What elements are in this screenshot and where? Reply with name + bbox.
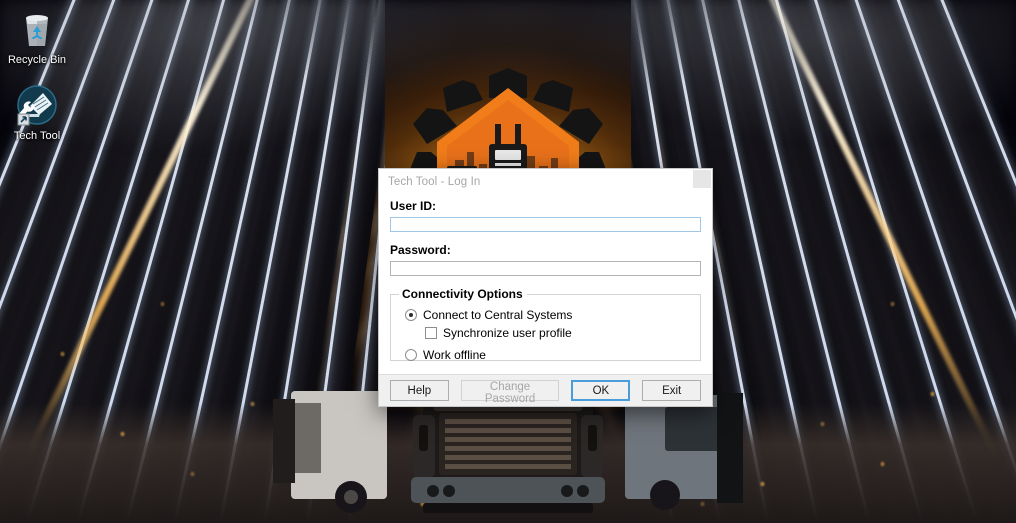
option-work-offline[interactable]: Work offline — [405, 348, 692, 362]
radio-connect-central-systems[interactable] — [405, 309, 417, 321]
option-label: Work offline — [423, 348, 486, 362]
dialog-body: User ID: Password: Connectivity Options … — [379, 195, 712, 374]
desktop-icon-recycle-bin[interactable]: Recycle Bin — [0, 6, 74, 67]
wallpaper-spark — [930, 390, 935, 398]
desktop[interactable]: Recycle Bin Tech Tool Tech Tool - Log In — [0, 0, 1016, 523]
dialog-title: Tech Tool - Log In — [388, 176, 480, 188]
wallpaper-spark — [190, 470, 195, 478]
password-input[interactable] — [390, 261, 701, 276]
help-button[interactable]: Help — [390, 380, 449, 401]
recycle-bin-icon — [0, 6, 74, 52]
close-icon[interactable] — [693, 170, 711, 188]
desktop-icon-label: Tech Tool — [0, 128, 74, 143]
wallpaper-spark — [760, 480, 765, 488]
option-label: Synchronize user profile — [443, 326, 572, 340]
option-synchronize-user-profile[interactable]: Synchronize user profile — [425, 326, 692, 340]
user-id-label: User ID: — [390, 199, 701, 213]
change-password-button: Change Password — [461, 380, 560, 401]
connectivity-options-group: Connectivity Options Connect to Central … — [390, 287, 701, 361]
user-id-input[interactable] — [390, 217, 701, 232]
tech-tool-icon — [0, 82, 74, 128]
wallpaper-spark — [880, 460, 885, 468]
option-connect-to-central-systems[interactable]: Connect to Central Systems — [405, 308, 692, 322]
desktop-icon-label: Recycle Bin — [0, 52, 74, 67]
login-dialog: Tech Tool - Log In User ID: Password: Co… — [378, 168, 713, 407]
ok-button[interactable]: OK — [571, 380, 630, 401]
wallpaper-spark — [120, 430, 125, 438]
dialog-button-bar: Help Change Password OK Exit — [379, 374, 712, 406]
wallpaper-spark — [820, 420, 825, 428]
desktop-icon-tech-tool[interactable]: Tech Tool — [0, 82, 74, 143]
wallpaper-spark — [250, 400, 255, 408]
password-label: Password: — [390, 243, 701, 257]
option-label: Connect to Central Systems — [423, 308, 572, 322]
dialog-titlebar[interactable]: Tech Tool - Log In — [379, 169, 712, 195]
checkbox-synchronize-user-profile[interactable] — [425, 327, 437, 339]
radio-work-offline[interactable] — [405, 349, 417, 361]
exit-button[interactable]: Exit — [642, 380, 701, 401]
wallpaper-spark — [890, 300, 895, 308]
wallpaper-spark — [160, 300, 165, 308]
wallpaper-spark — [60, 350, 65, 358]
connectivity-options-legend: Connectivity Options — [399, 287, 527, 301]
